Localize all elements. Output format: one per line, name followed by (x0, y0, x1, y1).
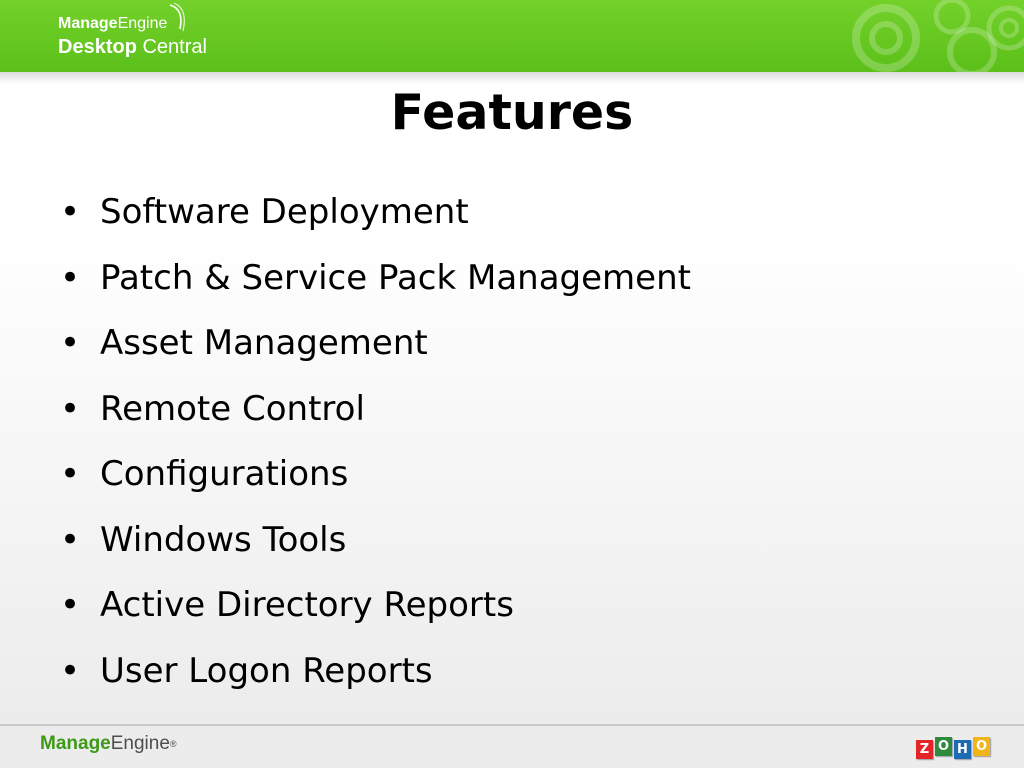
slide-title: Features (390, 84, 634, 141)
feature-list-item-label: Windows Tools (100, 519, 347, 560)
logo-brand-bold: Manage (58, 15, 118, 32)
header-banner: ManageEngine Desktop Central (0, 0, 1024, 72)
zoho-letter-tile: O (935, 737, 952, 756)
bullet-dot-icon: • (60, 388, 81, 429)
bullet-dot-icon: • (60, 192, 81, 232)
zoho-letter-tile: Z (916, 740, 933, 759)
feature-list-item-label: Patch & Service Pack Management (100, 257, 691, 298)
zoho-letter-tile: H (954, 740, 971, 759)
bullet-dot-icon: • (60, 323, 81, 363)
registered-mark: ® (169, 739, 177, 749)
bullet-dot-icon: • (60, 519, 81, 560)
product-name-light: Central (136, 36, 207, 58)
bullet-dot-icon: • (60, 257, 81, 298)
product-name: Desktop Central (58, 35, 207, 59)
slide: ManageEngine Desktop Central Features • S… (0, 0, 1024, 768)
feature-list-item-label: Active Directory Reports (100, 585, 514, 625)
footer-divider (0, 724, 1024, 726)
bullet-dot-icon: • (60, 454, 81, 494)
feature-list-item-label: Remote Control (100, 388, 365, 429)
logo-brand-light: Engine (117, 15, 168, 32)
feature-list-item-label: User Logon Reports (100, 650, 433, 691)
product-name-bold: Desktop (58, 36, 137, 58)
footer-brand-light: Engine (110, 733, 170, 754)
feature-list-item-label: Software Deployment (100, 192, 469, 232)
zoho-logo: ZOHO (916, 735, 992, 765)
zoho-letter-tile: O (973, 737, 990, 756)
bullet-dot-icon: • (60, 585, 81, 625)
logo-arc-icon (169, 3, 185, 32)
footer-manageengine-logo: ManageEngine® (40, 730, 177, 758)
footer-brand-bold: Manage (40, 733, 111, 754)
bullet-dot-icon: • (60, 650, 81, 691)
feature-list-item-label: Asset Management (100, 323, 428, 363)
decorative-circles-icon (852, 0, 1024, 72)
feature-list-item-label: Configurations (100, 454, 349, 494)
